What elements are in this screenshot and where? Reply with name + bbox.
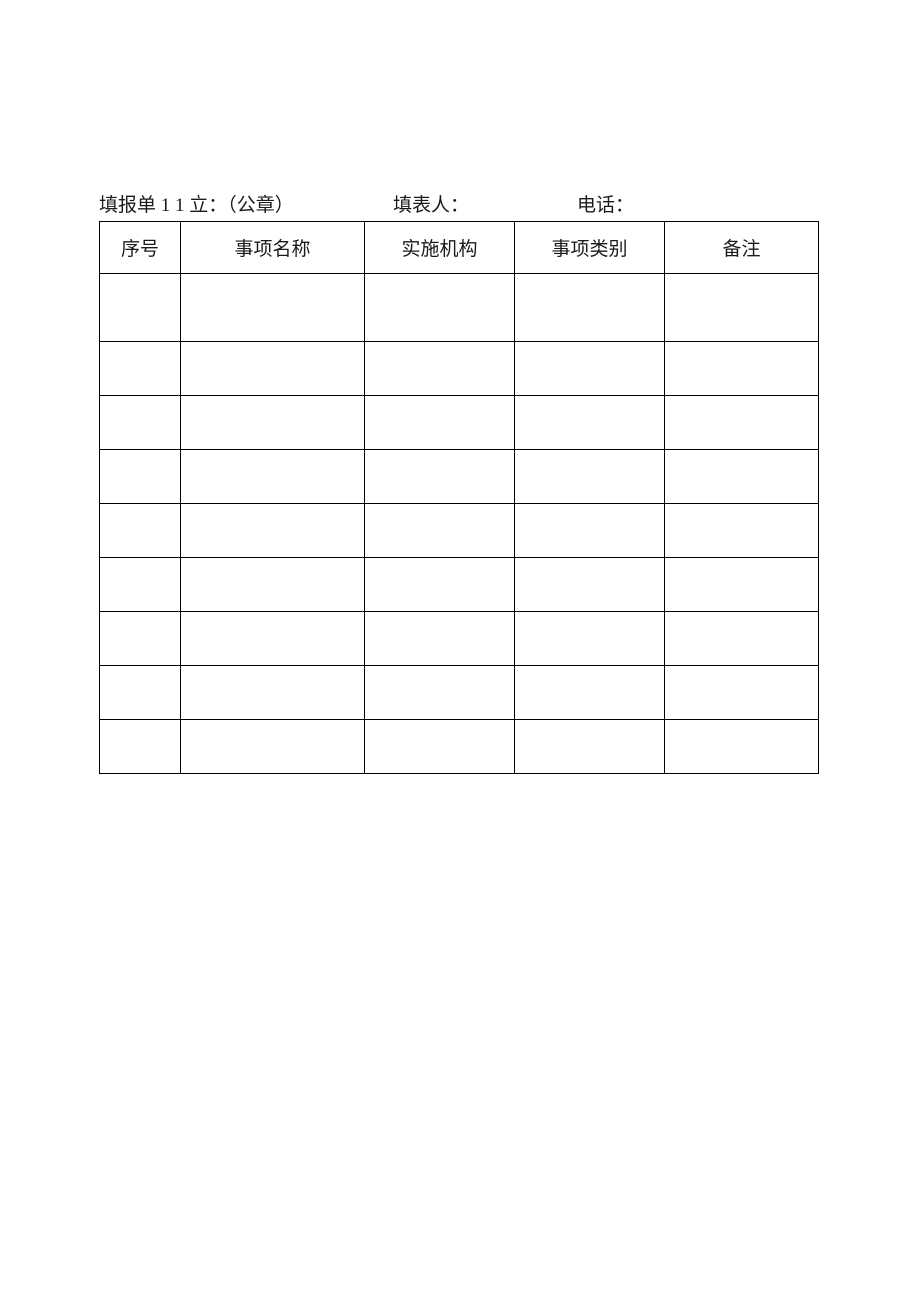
column-header-category: 事项类别: [515, 222, 665, 274]
table-row: [100, 274, 819, 342]
person-label: 填表人：: [393, 190, 469, 217]
table-cell: [515, 558, 665, 612]
table-cell: [665, 450, 819, 504]
table-cell: [515, 396, 665, 450]
table-cell: [181, 342, 365, 396]
table-cell: [665, 396, 819, 450]
column-header-org: 实施机构: [365, 222, 515, 274]
main-table: 序号 事项名称 实施机构 事项类别 备注: [99, 221, 819, 774]
table-cell: [515, 274, 665, 342]
table-cell: [100, 274, 181, 342]
table-cell: [100, 396, 181, 450]
table-cell: [100, 342, 181, 396]
table-cell: [181, 558, 365, 612]
table-cell: [665, 504, 819, 558]
column-header-index: 序号: [100, 222, 181, 274]
table-cell: [515, 612, 665, 666]
table-cell: [181, 612, 365, 666]
table-cell: [181, 274, 365, 342]
table-cell: [100, 612, 181, 666]
table-cell: [100, 558, 181, 612]
table-cell: [100, 450, 181, 504]
table-cell: [100, 720, 181, 774]
table-row: [100, 666, 819, 720]
table-header-row: 序号 事项名称 实施机构 事项类别 备注: [100, 222, 819, 274]
table-cell: [665, 720, 819, 774]
table-cell: [181, 450, 365, 504]
unit-label: 填报单 1 1 立：（公章）: [99, 190, 294, 217]
table-cell: [100, 504, 181, 558]
table-cell: [365, 720, 515, 774]
table-cell: [665, 342, 819, 396]
table-cell: [100, 666, 181, 720]
table-cell: [665, 558, 819, 612]
table-cell: [365, 612, 515, 666]
table-cell: [665, 274, 819, 342]
table-row: [100, 612, 819, 666]
table-cell: [365, 504, 515, 558]
table-cell: [515, 720, 665, 774]
phone-label: 电话：: [577, 190, 634, 217]
table-cell: [365, 558, 515, 612]
table-cell: [515, 450, 665, 504]
column-header-item-name: 事项名称: [181, 222, 365, 274]
table-cell: [365, 396, 515, 450]
table-cell: [181, 504, 365, 558]
table-cell: [181, 666, 365, 720]
form-header: 填报单 1 1 立：（公章） 填表人： 电话：: [99, 190, 819, 217]
table-cell: [365, 450, 515, 504]
table-cell: [665, 612, 819, 666]
table-cell: [181, 720, 365, 774]
table-row: [100, 720, 819, 774]
table-row: [100, 342, 819, 396]
table-cell: [515, 504, 665, 558]
table-row: [100, 450, 819, 504]
table-cell: [515, 666, 665, 720]
table-row: [100, 504, 819, 558]
table-cell: [181, 396, 365, 450]
table-cell: [365, 274, 515, 342]
table-cell: [365, 342, 515, 396]
document-content: 填报单 1 1 立：（公章） 填表人： 电话： 序号 事项名称 实施机构 事项类…: [99, 190, 819, 774]
column-header-remark: 备注: [665, 222, 819, 274]
table-cell: [365, 666, 515, 720]
table-cell: [515, 342, 665, 396]
table-row: [100, 558, 819, 612]
table-row: [100, 396, 819, 450]
table-cell: [665, 666, 819, 720]
